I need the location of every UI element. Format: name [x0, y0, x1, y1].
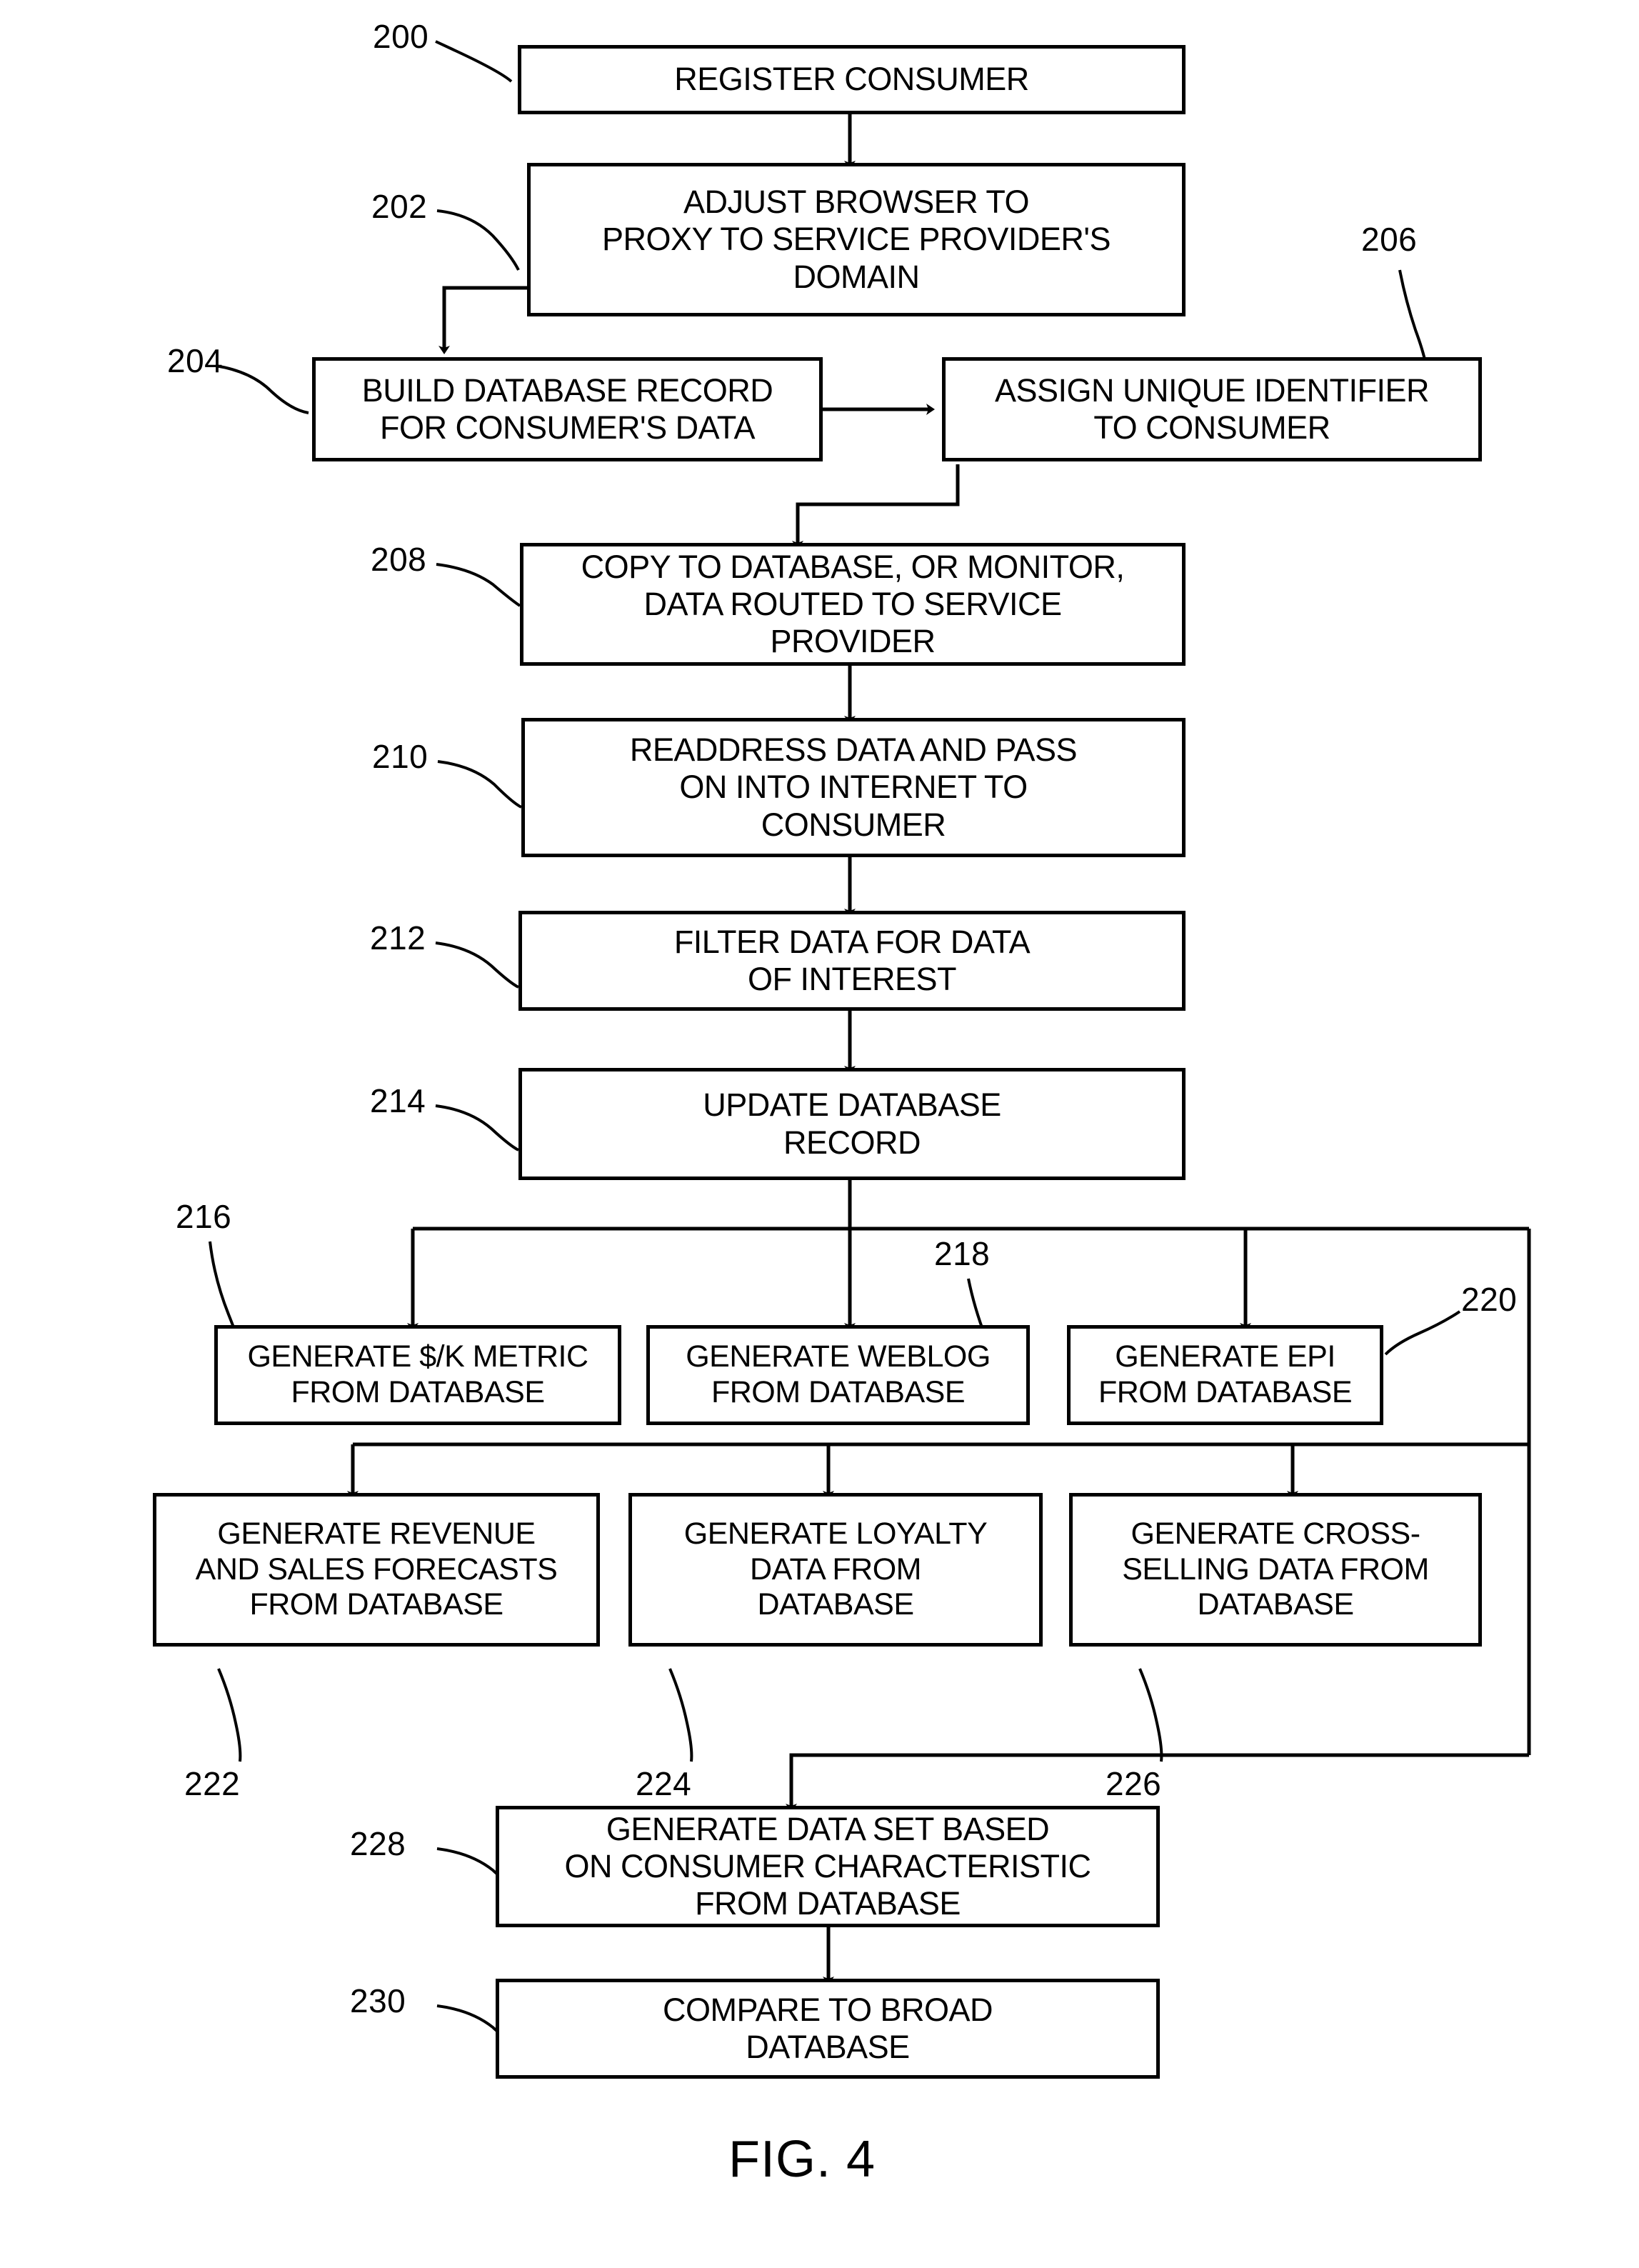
leader-206 [1398, 269, 1428, 372]
flow-node-222[interactable]: GENERATE REVENUE AND SALES FORECASTS FRO… [153, 1493, 600, 1647]
flow-node-202-label: ADJUST BROWSER TO PROXY TO SERVICE PROVI… [602, 184, 1111, 295]
connector-206-to-208 [792, 464, 960, 549]
flow-node-220[interactable]: GENERATE EPI FROM DATABASE [1067, 1325, 1383, 1425]
leader-210 [437, 760, 522, 809]
leader-202 [436, 209, 520, 271]
leader-204 [215, 364, 309, 414]
flow-node-204[interactable]: BUILD DATABASE RECORD FOR CONSUMER'S DAT… [312, 357, 823, 461]
flow-node-202[interactable]: ADJUST BROWSER TO PROXY TO SERVICE PROVI… [527, 163, 1186, 316]
leader-222 [217, 1668, 242, 1762]
flow-node-220-label: GENERATE EPI FROM DATABASE [1098, 1339, 1353, 1409]
ref-numeral-214: 214 [370, 1082, 426, 1119]
flow-node-214-label: UPDATE DATABASE RECORD [703, 1086, 1001, 1161]
ref-numeral-204: 204 [167, 342, 224, 379]
leader-200 [435, 40, 513, 83]
ref-numeral-220: 220 [1461, 1281, 1518, 1318]
flow-node-212-label: FILTER DATA FOR DATA OF INTEREST [673, 923, 1031, 997]
flow-node-230-label: COMPARE TO BROAD DATABASE [662, 1991, 993, 2065]
flow-node-210[interactable]: READDRESS DATA AND PASS ON INTO INTERNET… [521, 718, 1186, 857]
leader-220 [1384, 1310, 1461, 1356]
ref-numeral-222: 222 [184, 1765, 241, 1802]
flow-node-222-label: GENERATE REVENUE AND SALES FORECASTS FRO… [195, 1516, 558, 1622]
flow-node-226-label: GENERATE CROSS- SELLING DATA FROM DATABA… [1122, 1516, 1429, 1622]
leader-224 [668, 1668, 693, 1762]
ref-numeral-212: 212 [370, 919, 426, 956]
ref-numeral-228: 228 [350, 1825, 406, 1862]
flow-node-226[interactable]: GENERATE CROSS- SELLING DATA FROM DATABA… [1069, 1493, 1482, 1647]
ref-numeral-208: 208 [371, 541, 427, 578]
patent-figure-sheet: REGISTER CONSUMER ADJUST BROWSER TO PROX… [0, 0, 1639, 2268]
flow-node-218-label: GENERATE WEBLOG FROM DATABASE [686, 1339, 991, 1409]
ref-numeral-226: 226 [1106, 1765, 1162, 1802]
figure-caption: FIG. 4 [728, 2131, 876, 2188]
ref-numeral-216: 216 [176, 1198, 232, 1235]
flow-node-212[interactable]: FILTER DATA FOR DATA OF INTEREST [518, 911, 1186, 1011]
ref-numeral-200: 200 [373, 18, 429, 55]
ref-numeral-202: 202 [371, 188, 428, 225]
flow-node-208[interactable]: COPY TO DATABASE, OR MONITOR, DATA ROUTE… [520, 543, 1186, 666]
flow-node-230[interactable]: COMPARE TO BROAD DATABASE [496, 1979, 1160, 2079]
flow-node-224-label: GENERATE LOYALTY DATA FROM DATABASE [683, 1516, 988, 1622]
leader-214 [435, 1104, 519, 1152]
leader-212 [435, 941, 519, 989]
flow-node-208-label: COPY TO DATABASE, OR MONITOR, DATA ROUTE… [581, 548, 1125, 660]
leader-208 [436, 563, 521, 607]
connector-202-to-204 [438, 286, 527, 354]
ref-numeral-210: 210 [372, 738, 428, 775]
ref-numeral-206: 206 [1361, 221, 1418, 258]
flow-node-224[interactable]: GENERATE LOYALTY DATA FROM DATABASE [628, 1493, 1043, 1647]
ref-numeral-230: 230 [350, 1982, 406, 2019]
flow-node-214[interactable]: UPDATE DATABASE RECORD [518, 1068, 1186, 1180]
flow-node-210-label: READDRESS DATA AND PASS ON INTO INTERNET… [629, 731, 1078, 843]
flow-node-204-label: BUILD DATABASE RECORD FOR CONSUMER'S DAT… [361, 371, 773, 446]
leader-226 [1138, 1668, 1163, 1762]
flow-node-200[interactable]: REGISTER CONSUMER [518, 45, 1186, 114]
flow-node-228[interactable]: GENERATE DATA SET BASED ON CONSUMER CHAR… [496, 1806, 1160, 1927]
ref-numeral-224: 224 [636, 1765, 692, 1802]
flow-node-216-label: GENERATE $/K METRIC FROM DATABASE [247, 1339, 588, 1409]
flow-node-206[interactable]: ASSIGN UNIQUE IDENTIFIER TO CONSUMER [942, 357, 1482, 461]
flow-node-228-label: GENERATE DATA SET BASED ON CONSUMER CHAR… [564, 1810, 1091, 1922]
flow-node-216[interactable]: GENERATE $/K METRIC FROM DATABASE [214, 1325, 621, 1425]
flow-node-200-label: REGISTER CONSUMER [674, 61, 1029, 98]
flow-node-218[interactable]: GENERATE WEBLOG FROM DATABASE [646, 1325, 1030, 1425]
flow-node-206-label: ASSIGN UNIQUE IDENTIFIER TO CONSUMER [994, 371, 1430, 446]
ref-numeral-218: 218 [934, 1235, 991, 1272]
